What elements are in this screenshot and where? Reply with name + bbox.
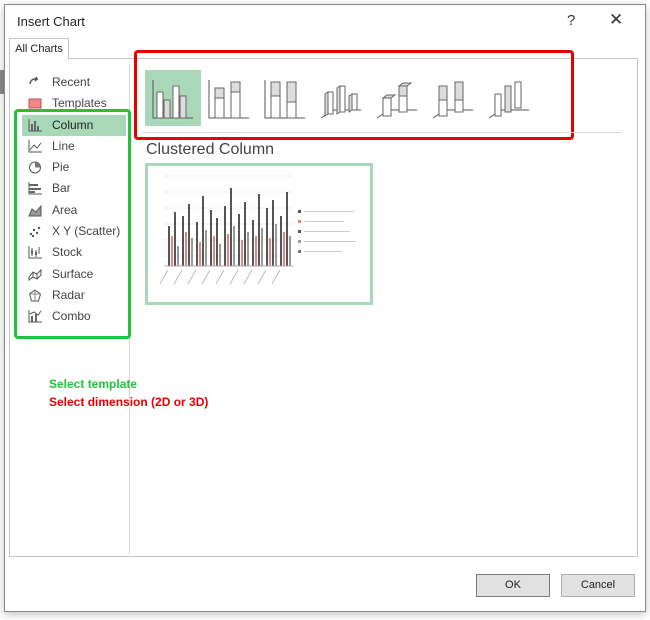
cancel-button[interactable]: Cancel xyxy=(561,574,635,597)
dialog-title: Insert Chart xyxy=(17,14,85,29)
recent-icon xyxy=(29,76,39,85)
tab-all-charts[interactable]: All Charts xyxy=(9,38,69,59)
template-highlight-box xyxy=(14,109,131,339)
category-item-recent[interactable]: Recent xyxy=(22,72,126,93)
selected-chart-type-title: Clustered Column xyxy=(146,141,275,158)
chart-preview-thumbnail xyxy=(159,175,356,285)
chart-preview[interactable] xyxy=(145,163,373,305)
annotation-select-template: Select template xyxy=(49,377,138,391)
help-icon[interactable]: ? xyxy=(567,12,575,29)
gallery-separator xyxy=(142,132,622,133)
ok-button[interactable]: OK xyxy=(476,574,550,597)
close-icon[interactable]: ✕ xyxy=(609,10,623,30)
category-label: Recent xyxy=(52,75,91,89)
dimension-highlight-box xyxy=(134,50,574,140)
annotation-select-dimension: Select dimension (2D or 3D) xyxy=(49,395,209,409)
